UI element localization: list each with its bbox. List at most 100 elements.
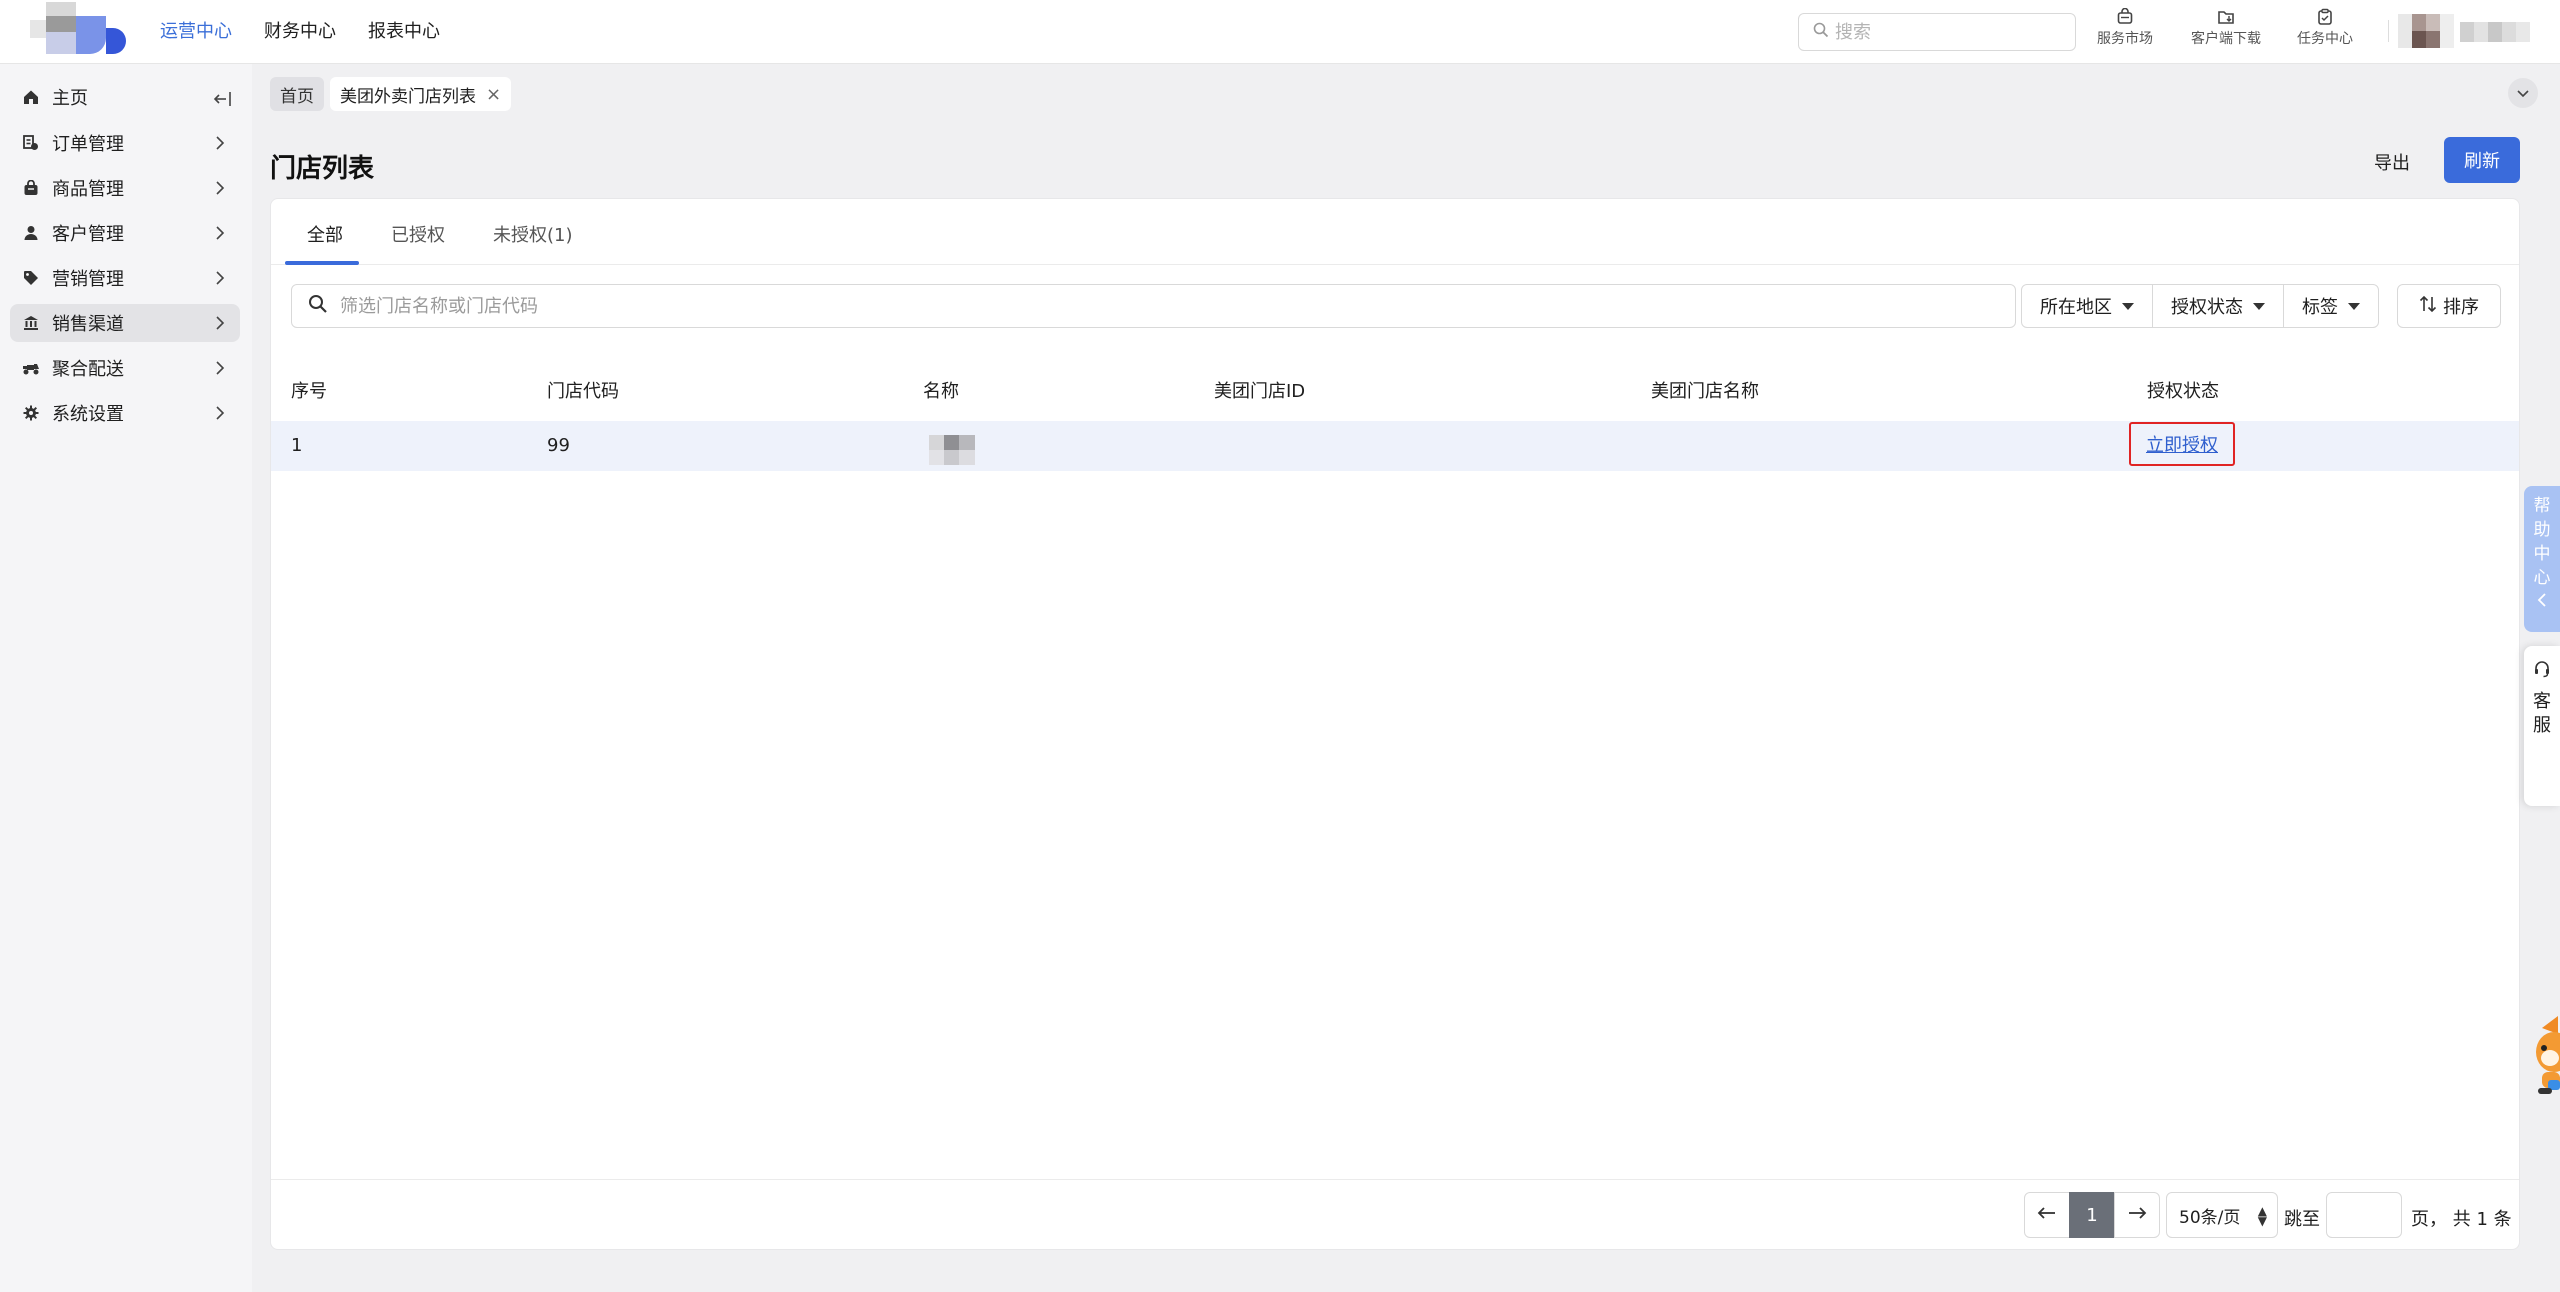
sidebar-item-customers[interactable]: 客户管理: [10, 214, 240, 252]
sidebar-item-sales-channels[interactable]: 销售渠道: [10, 304, 240, 342]
page-size-select[interactable]: 50条/页 ▲ ▼: [2166, 1192, 2278, 1238]
user-icon: [22, 224, 40, 242]
top-nav-operations[interactable]: 运营中心: [160, 0, 232, 64]
breadcrumb-home[interactable]: 首页: [270, 77, 324, 111]
top-nav-finance[interactable]: 财务中心: [264, 0, 336, 64]
help-char: 心: [2533, 568, 2551, 588]
sidebar: 主页 订单管理 商品管理 客户管理 营销管理 销售渠道 聚合配送 系统设置: [0, 64, 252, 1292]
tool-label: 任务中心: [2297, 31, 2353, 47]
tag-icon: [22, 269, 40, 287]
global-search-input[interactable]: [1835, 21, 2055, 43]
folder-download-icon: [2181, 8, 2271, 26]
chevron-right-icon: [210, 403, 230, 428]
cell-name-redacted: [929, 435, 975, 465]
sidebar-item-label: 主页: [52, 88, 88, 109]
tool-label: 服务市场: [2097, 31, 2153, 47]
status-tabs: 全部 已授权 未授权(1): [271, 199, 2519, 265]
column-header-meituan-id: 美团门店ID: [1214, 381, 1306, 402]
sidebar-item-label: 订单管理: [52, 134, 124, 155]
auth-status-filter[interactable]: 授权状态: [2152, 284, 2284, 328]
help-char: 中: [2533, 544, 2551, 564]
column-header-index: 序号: [291, 381, 327, 402]
sidebar-item-label: 系统设置: [52, 404, 124, 425]
region-filter[interactable]: 所在地区: [2021, 284, 2153, 328]
export-button[interactable]: 导出: [2352, 142, 2432, 182]
chevron-right-icon: [210, 223, 230, 248]
arrow-left-icon: [2037, 1205, 2057, 1226]
scooter-icon: [22, 359, 40, 377]
gear-icon: [22, 404, 40, 422]
tag-filter[interactable]: 标签: [2283, 284, 2379, 328]
authorize-highlight: 立即授权: [2129, 422, 2235, 466]
logo[interactable]: [30, 0, 130, 60]
sidebar-item-delivery[interactable]: 聚合配送: [10, 349, 240, 387]
breadcrumb-current-label: 美团外卖门店列表: [340, 86, 476, 107]
cell-index: 1: [291, 435, 303, 456]
username[interactable]: [2460, 18, 2540, 46]
prev-page-button[interactable]: [2024, 1192, 2070, 1238]
column-header-store-code: 门店代码: [547, 381, 619, 402]
store-list-card: 全部 已授权 未授权(1) 所在地区 授权状态 标签 排序 序号 门店代码 名称: [270, 198, 2520, 1250]
tool-task-center[interactable]: 任务中心: [2280, 8, 2370, 48]
sort-button[interactable]: 排序: [2397, 284, 2501, 328]
top-nav: 运营中心 财务中心 报表中心: [160, 0, 472, 64]
tab-all[interactable]: 全部: [307, 221, 343, 247]
mascot-assistant[interactable]: [2528, 1010, 2560, 1100]
chevron-right-icon: [210, 313, 230, 338]
region-filter-label: 所在地区: [2040, 297, 2112, 318]
sidebar-item-label: 商品管理: [52, 179, 124, 200]
tool-service-market[interactable]: 服务市场: [2080, 8, 2170, 48]
sidebar-item-orders[interactable]: 订单管理: [10, 124, 240, 162]
chevron-left-icon: [2524, 590, 2560, 614]
page-title: 门店列表: [270, 154, 375, 184]
breadcrumb-current[interactable]: 美团外卖门店列表 ×: [330, 77, 512, 111]
caret-down-icon: [2348, 302, 2360, 310]
search-icon: [1813, 22, 1829, 43]
sort-icon: [2419, 295, 2437, 318]
filter-dropdowns: 所在地区 授权状态 标签: [2021, 284, 2379, 328]
tab-unauthorized[interactable]: 未授权(1): [493, 221, 573, 247]
jump-page-input[interactable]: [2326, 1192, 2402, 1238]
store-icon: [2080, 8, 2170, 26]
tabs-dropdown-button[interactable]: [2508, 78, 2538, 108]
next-page-button[interactable]: [2114, 1192, 2160, 1238]
store-filter-input[interactable]: [340, 295, 1980, 317]
avatar[interactable]: [2398, 14, 2454, 48]
chevron-right-icon: [210, 133, 230, 158]
tab-authorized[interactable]: 已授权: [391, 221, 445, 247]
divider: [271, 1179, 2519, 1180]
service-char: 服: [2533, 715, 2551, 736]
chevron-down-icon: [2516, 83, 2530, 104]
customer-service-tab[interactable]: 客 服: [2524, 646, 2560, 806]
bank-icon: [22, 314, 40, 332]
page-size-value: 50条/页: [2179, 1207, 2241, 1228]
chevron-right-icon: [210, 178, 230, 203]
global-search: [1798, 13, 2076, 51]
auth-status-filter-label: 授权状态: [2171, 297, 2243, 318]
sidebar-item-marketing[interactable]: 营销管理: [10, 259, 240, 297]
authorize-now-link[interactable]: 立即授权: [2146, 431, 2218, 457]
sidebar-item-goods[interactable]: 商品管理: [10, 169, 240, 207]
page-number-button[interactable]: 1: [2069, 1192, 2115, 1238]
column-header-meituan-name: 美团门店名称: [1651, 381, 1759, 402]
headset-icon: [2533, 660, 2551, 685]
sidebar-item-home[interactable]: 主页: [10, 78, 240, 116]
sidebar-item-settings[interactable]: 系统设置: [10, 394, 240, 432]
arrow-right-icon: [2127, 1205, 2147, 1226]
close-tab-icon[interactable]: ×: [486, 84, 501, 105]
tag-filter-label: 标签: [2302, 297, 2338, 318]
top-nav-reports[interactable]: 报表中心: [368, 0, 440, 64]
sidebar-item-label: 客户管理: [52, 224, 124, 245]
column-header-auth-status: 授权状态: [2147, 381, 2219, 402]
chevron-right-icon: [210, 358, 230, 383]
cell-store-code: 99: [547, 435, 570, 456]
refresh-button[interactable]: 刷新: [2444, 137, 2520, 183]
store-filter: [291, 284, 2016, 328]
service-char: 客: [2533, 691, 2551, 712]
help-char: 帮: [2533, 496, 2551, 516]
help-center-tab[interactable]: 帮 助 中 心: [2524, 486, 2560, 632]
tool-client-download[interactable]: 客户端下载: [2181, 8, 2271, 48]
divider: [2388, 20, 2389, 42]
order-icon: [22, 134, 40, 152]
pagination: 1: [2024, 1192, 2160, 1238]
